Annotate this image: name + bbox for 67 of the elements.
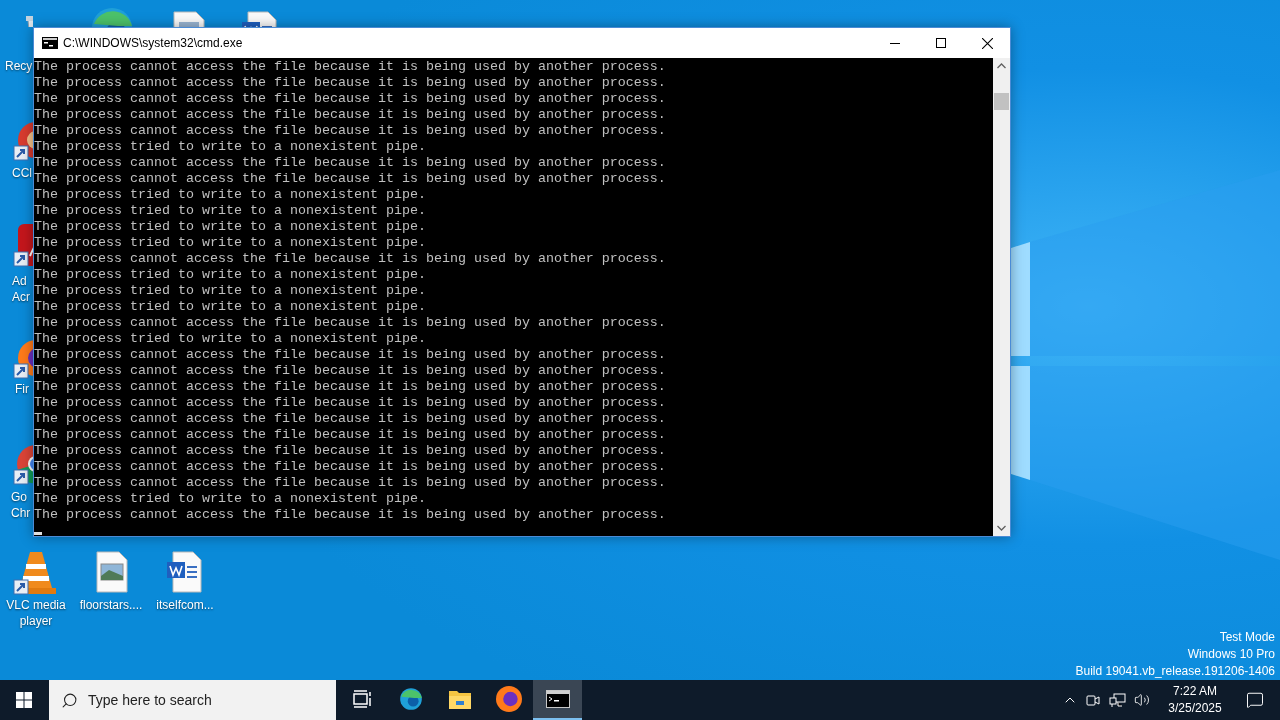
console-line: The process cannot access the file because it is being used by another process.	[34, 251, 666, 267]
desktop-icon-label: VLC media player	[5, 597, 67, 629]
console-line: The process cannot access the file because it is being used by another process.	[34, 459, 666, 475]
clock-date: 3/25/2025	[1168, 700, 1222, 717]
window-title: C:\WINDOWS\system32\cmd.exe	[63, 35, 243, 52]
minimize-icon	[890, 42, 900, 44]
console-line: The process cannot access the file because it is being used by another process.	[34, 171, 666, 187]
console-line: The process cannot access the file because it is being used by another process.	[34, 75, 666, 91]
system-notice-text: Test Mode	[1219, 629, 1275, 646]
taskbar-app-button[interactable]	[533, 680, 582, 720]
search-input[interactable]: Type here to search	[88, 689, 336, 711]
console-line: The process cannot access the file because it is being used by another process.	[34, 123, 666, 139]
search-bar[interactable]: Type here to search	[49, 680, 336, 720]
console-line: The process cannot access the file because it is being used by another process.	[34, 155, 666, 171]
console-line: The process cannot access the file because it is being used by another process.	[34, 379, 666, 395]
console-line: The process tried to write to a nonexistent pipe.	[34, 299, 426, 315]
console-line: The process cannot access the file because it is being used by another process.	[34, 59, 666, 75]
desktop-icon-label: CCl	[12, 165, 33, 181]
console-line: The process cannot access the file because it is being used by another process.	[34, 507, 666, 523]
desktop-icon-label: itselfcom...	[155, 597, 215, 613]
desktop-icon-label: floorstars....	[78, 597, 144, 613]
console-line: The process tried to write to a nonexistent pipe.	[34, 267, 426, 283]
console-line: The process tried to write to a nonexistent pipe.	[34, 491, 426, 507]
desktop-icon-label: Ad Acr	[12, 273, 31, 305]
console-line: The process tried to write to a nonexistent pipe.	[34, 203, 426, 219]
text-cursor	[34, 532, 42, 535]
scroll-down-icon[interactable]	[997, 525, 1006, 531]
folder-icon	[447, 688, 472, 710]
console-line: The process tried to write to a nonexistent pipe.	[34, 283, 426, 299]
clock[interactable]: 7:22 AM 3/25/2025	[1162, 683, 1228, 717]
task-view-icon	[351, 690, 372, 708]
console-line: The process tried to write to a nonexistent pipe.	[34, 219, 426, 235]
console-line: The process cannot access the file because it is being used by another process.	[34, 427, 666, 443]
terminal-icon	[545, 690, 570, 708]
console-line: The process cannot access the file because it is being used by another process.	[34, 347, 666, 363]
console-line: The process cannot access the file because it is being used by another process.	[34, 443, 666, 459]
scrollbar[interactable]	[993, 58, 1010, 536]
camera-icon[interactable]	[1086, 692, 1101, 708]
edge-icon	[397, 686, 424, 712]
desktop-icon-label: Go Chr	[11, 489, 32, 521]
console-line: The process cannot access the file because it is being used by another process.	[34, 363, 666, 379]
console-line: The process tried to write to a nonexistent pipe.	[34, 331, 426, 347]
console-line: The process tried to write to a nonexistent pipe.	[34, 139, 426, 155]
clock-time: 7:22 AM	[1173, 683, 1217, 700]
terminal-icon	[42, 37, 58, 49]
system-notice-text: Windows 10 Pro	[1187, 646, 1275, 663]
search-icon	[61, 691, 78, 709]
maximize-icon	[936, 38, 946, 48]
console-line: The process cannot access the file because it is being used by another process.	[34, 475, 666, 491]
volume-icon[interactable]	[1134, 692, 1150, 708]
console-line: The process cannot access the file because it is being used by another process.	[34, 91, 666, 107]
windows-logo-icon	[16, 692, 32, 708]
console-line: The process tried to write to a nonexistent pipe.	[34, 235, 426, 251]
console-line: The process cannot access the file because it is being used by another process.	[34, 395, 666, 411]
scroll-up-icon[interactable]	[997, 63, 1006, 69]
desktop-icon-label: Recy	[5, 58, 33, 74]
console-line: The process cannot access the file because it is being used by another process.	[34, 315, 666, 331]
system-notice-text: Build 19041.vb_release.191206-1406	[1075, 663, 1275, 680]
scrollbar-thumb[interactable]	[994, 93, 1009, 110]
console-line: The process tried to write to a nonexistent pipe.	[34, 187, 426, 203]
network-icon[interactable]	[1109, 692, 1126, 708]
firefox-icon	[495, 686, 522, 712]
close-icon	[981, 37, 993, 49]
console-line: The process cannot access the file because it is being used by another process.	[34, 411, 666, 427]
desktop-icon-label: Fir	[15, 381, 30, 397]
console-line: The process cannot access the file because it is being used by another process.	[34, 107, 666, 123]
notifications-icon[interactable]	[1246, 691, 1264, 709]
